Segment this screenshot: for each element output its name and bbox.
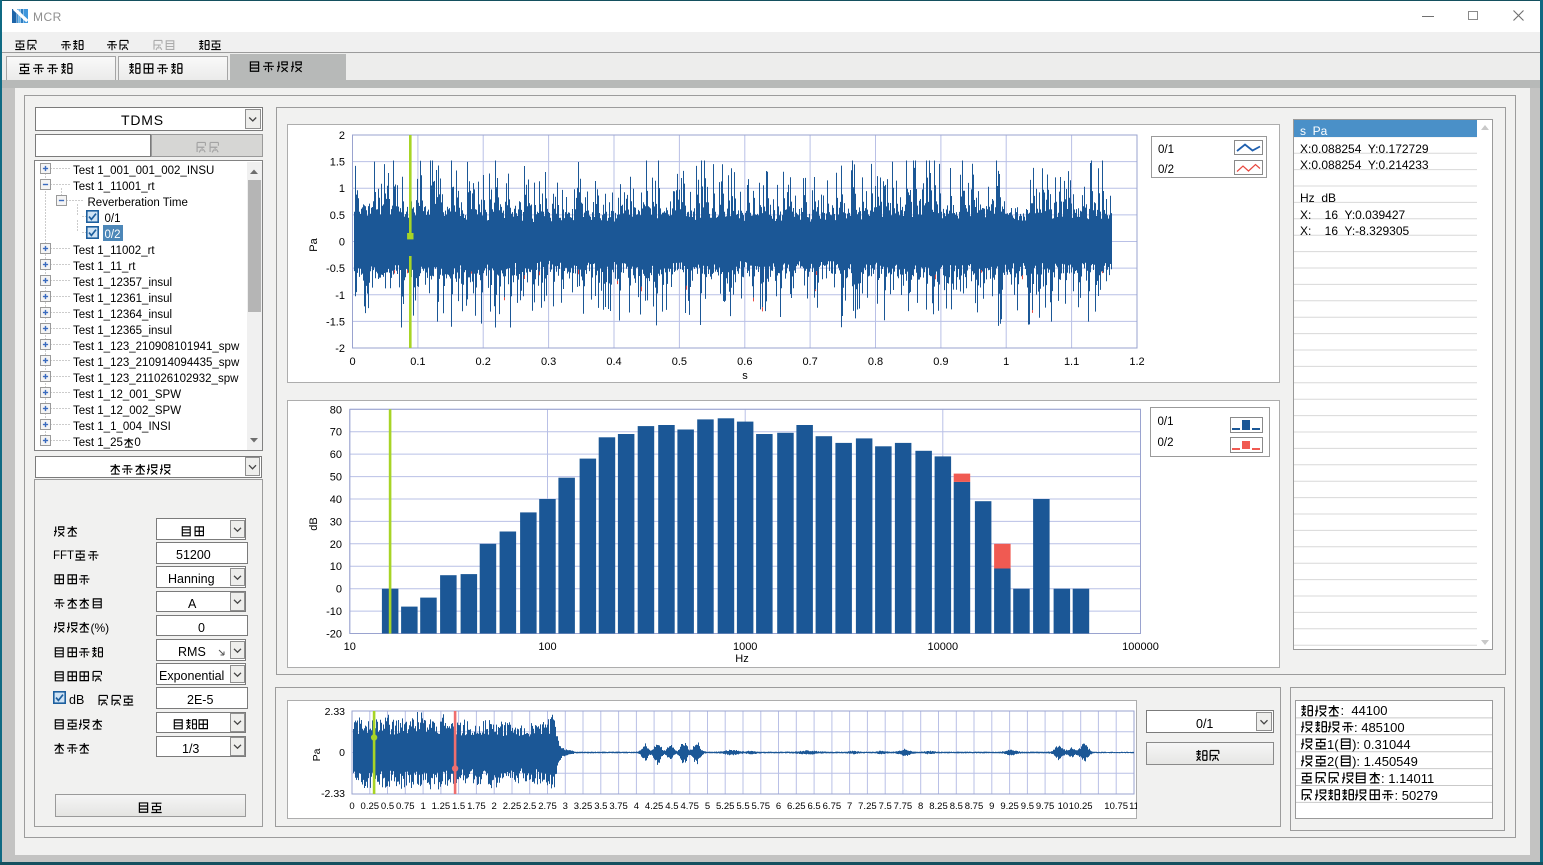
svg-text:5.75: 5.75: [752, 801, 771, 812]
svg-text:-20: -20: [326, 629, 342, 641]
svg-text:-2.33: -2.33: [321, 788, 345, 800]
svg-text:Pa: Pa: [308, 237, 320, 251]
svg-text:1.75: 1.75: [467, 801, 486, 812]
svg-text:10.75: 10.75: [1104, 801, 1128, 812]
svg-text:0.7: 0.7: [802, 356, 817, 368]
svg-text:1.2: 1.2: [1129, 356, 1144, 368]
svg-text:7: 7: [847, 801, 852, 812]
svg-text:40: 40: [330, 494, 342, 506]
svg-text:4.25: 4.25: [645, 801, 664, 812]
svg-text:8: 8: [918, 801, 923, 812]
svg-text:1: 1: [339, 183, 345, 195]
svg-text:6.75: 6.75: [823, 801, 842, 812]
svg-text:2.75: 2.75: [538, 801, 557, 812]
svg-text:1: 1: [1003, 356, 1009, 368]
svg-text:9.5: 9.5: [1021, 801, 1034, 812]
svg-text:4.5: 4.5: [665, 801, 678, 812]
svg-text:0: 0: [339, 237, 345, 249]
svg-text:8.75: 8.75: [965, 801, 984, 812]
svg-text:10: 10: [344, 641, 356, 653]
svg-text:-10: -10: [326, 606, 342, 618]
svg-text:-1.5: -1.5: [326, 316, 345, 328]
svg-text:70: 70: [330, 427, 342, 439]
svg-text:1.5: 1.5: [452, 801, 465, 812]
svg-text:Hz: Hz: [735, 653, 748, 665]
svg-text:9: 9: [989, 801, 994, 812]
svg-text:10: 10: [330, 561, 342, 573]
svg-text:3.5: 3.5: [594, 801, 607, 812]
svg-text:2: 2: [492, 801, 497, 812]
svg-text:0.5: 0.5: [672, 356, 687, 368]
svg-text:2: 2: [339, 130, 345, 142]
svg-text:5: 5: [705, 801, 710, 812]
svg-text:3.25: 3.25: [574, 801, 593, 812]
svg-text:0.5: 0.5: [381, 801, 394, 812]
svg-text:0.4: 0.4: [606, 356, 621, 368]
svg-text:0: 0: [349, 801, 354, 812]
svg-text:6.25: 6.25: [787, 801, 806, 812]
svg-text:Pa: Pa: [311, 748, 323, 761]
svg-text:4.75: 4.75: [680, 801, 699, 812]
svg-text:5.5: 5.5: [736, 801, 749, 812]
svg-text:0.8: 0.8: [868, 356, 883, 368]
svg-text:7.5: 7.5: [879, 801, 892, 812]
svg-text:6: 6: [776, 801, 781, 812]
svg-text:5.25: 5.25: [716, 801, 735, 812]
svg-text:100000: 100000: [1122, 641, 1159, 653]
svg-text:0: 0: [349, 356, 355, 368]
svg-text:s: s: [742, 370, 748, 382]
svg-text:9.75: 9.75: [1036, 801, 1055, 812]
svg-text:0: 0: [339, 747, 345, 759]
svg-text:3.75: 3.75: [609, 801, 628, 812]
svg-text:0.75: 0.75: [396, 801, 415, 812]
svg-text:8.5: 8.5: [950, 801, 963, 812]
svg-text:0.9: 0.9: [933, 356, 948, 368]
svg-text:11: 11: [1129, 801, 1136, 812]
svg-text:0.25: 0.25: [361, 801, 380, 812]
svg-text:0.2: 0.2: [476, 356, 491, 368]
svg-text:30: 30: [330, 516, 342, 528]
svg-text:50: 50: [330, 472, 342, 484]
svg-text:1.5: 1.5: [330, 157, 345, 169]
svg-text:10: 10: [1058, 801, 1069, 812]
svg-text:60: 60: [330, 449, 342, 461]
svg-text:-2: -2: [335, 343, 345, 355]
svg-text:2.25: 2.25: [503, 801, 522, 812]
svg-text:6.5: 6.5: [807, 801, 820, 812]
svg-text:100: 100: [538, 641, 556, 653]
svg-text:10.25: 10.25: [1069, 801, 1093, 812]
svg-text:0.5: 0.5: [330, 210, 345, 222]
svg-text:7.75: 7.75: [894, 801, 913, 812]
svg-text:dB: dB: [308, 517, 320, 530]
svg-text:2.5: 2.5: [523, 801, 536, 812]
svg-text:0.1: 0.1: [410, 356, 425, 368]
svg-text:9.25: 9.25: [1000, 801, 1019, 812]
svg-text:3: 3: [563, 801, 568, 812]
svg-text:2.33: 2.33: [325, 706, 346, 718]
svg-text:-0.5: -0.5: [326, 263, 345, 275]
svg-text:10000: 10000: [928, 641, 959, 653]
svg-text:1: 1: [420, 801, 425, 812]
svg-text:-1: -1: [335, 290, 345, 302]
svg-text:0.3: 0.3: [541, 356, 556, 368]
svg-text:1000: 1000: [733, 641, 757, 653]
svg-text:80: 80: [330, 404, 342, 416]
svg-text:4: 4: [634, 801, 639, 812]
svg-text:1.1: 1.1: [1064, 356, 1079, 368]
svg-text:0.6: 0.6: [737, 356, 752, 368]
svg-text:7.25: 7.25: [858, 801, 877, 812]
svg-text:20: 20: [330, 539, 342, 551]
svg-text:1.25: 1.25: [432, 801, 451, 812]
svg-text:8.25: 8.25: [929, 801, 948, 812]
svg-text:0: 0: [336, 584, 342, 596]
